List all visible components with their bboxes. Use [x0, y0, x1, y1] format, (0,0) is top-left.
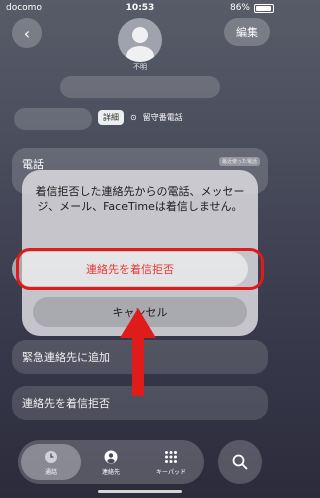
voicemail-label[interactable]: 留守番電話 [143, 112, 183, 123]
keypad-icon [163, 449, 179, 465]
dialog-message: 着信拒否した連絡先からの電話、メッセージ、メール、FaceTimeは着信しません… [35, 185, 245, 213]
chevron-left-icon: ‹ [23, 23, 31, 43]
tab-recents-label: 通話 [44, 468, 57, 476]
highlight-frame [16, 248, 264, 290]
tab-contacts[interactable]: 連絡先 [81, 444, 141, 480]
home-indicator [98, 490, 182, 493]
voicemail-icon: ⊙ [130, 113, 137, 122]
tab-contacts-label: 連絡先 [101, 468, 120, 476]
search-button[interactable] [218, 440, 262, 484]
blurred-field [14, 108, 92, 130]
search-icon [232, 454, 248, 470]
tab-keypad[interactable]: キーパッド [141, 444, 201, 480]
tab-keypad-label: キーパッド [156, 468, 186, 476]
detail-tag[interactable]: 詳細 [98, 110, 124, 125]
blurred-number [60, 76, 220, 98]
clock-icon [43, 449, 59, 465]
battery-icon [254, 4, 274, 13]
recent-tag: 最近使った電話 [218, 157, 260, 166]
contact-icon [103, 449, 119, 465]
up-arrow-annotation [120, 308, 156, 396]
status-bar: docomo 10:53 86% [0, 0, 280, 18]
avatar [118, 18, 162, 62]
tab-bar: 通話 連絡先 キーパッド [18, 440, 204, 484]
contact-name: 不明 [133, 63, 147, 71]
battery-percent: 86% [229, 3, 250, 13]
person-icon [126, 27, 154, 62]
info-row: 詳細 ⊙ 留守番電話 [98, 110, 183, 125]
tab-recents[interactable]: 通話 [21, 444, 81, 480]
edit-button[interactable]: 編集 [224, 18, 270, 46]
back-button[interactable]: ‹ [12, 18, 42, 48]
